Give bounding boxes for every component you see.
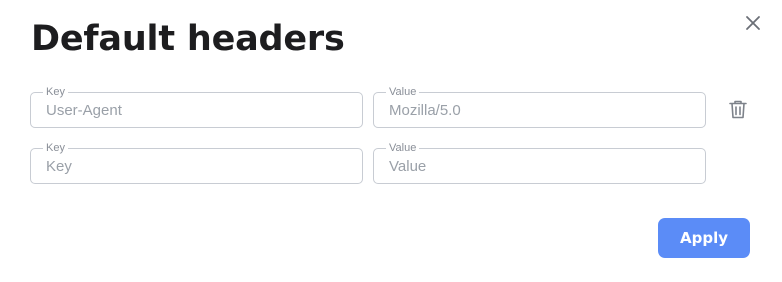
close-button[interactable] [744,14,762,32]
close-icon [744,14,762,32]
header-row-1-key-field[interactable]: Key [30,86,363,128]
trash-icon [727,98,749,120]
header-row-2-key-field[interactable]: Key [30,142,363,184]
delete-header-button[interactable] [727,98,749,120]
header-row-2-value-input[interactable] [389,149,690,183]
default-headers-dialog: Default headers Key Value Key Valu [0,0,782,282]
header-row-1-value-field[interactable]: Value [373,86,706,128]
header-row-2-key-input[interactable] [46,149,347,183]
header-row-1-value-input[interactable] [389,93,690,127]
header-row-1-key-input[interactable] [46,93,347,127]
apply-button[interactable]: Apply [658,218,750,258]
dialog-title: Default headers [31,19,345,59]
header-row-2-value-field[interactable]: Value [373,142,706,184]
